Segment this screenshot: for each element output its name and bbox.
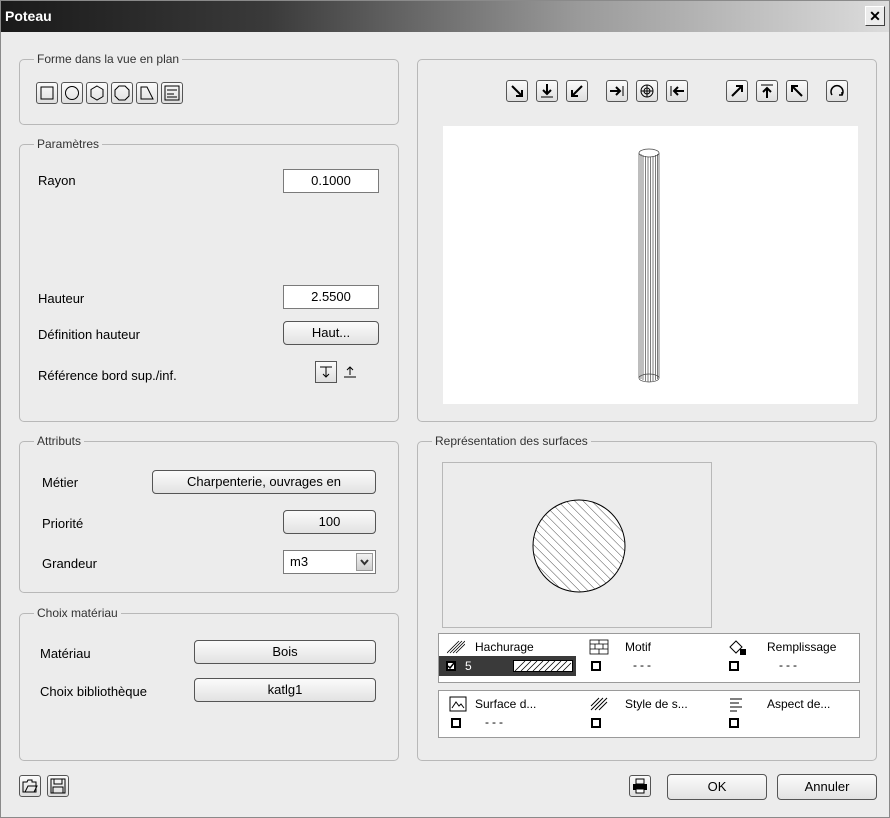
surfaces-legend: Représentation des surfaces	[432, 434, 591, 448]
motif-icon	[589, 639, 609, 655]
remplissage-icon	[729, 640, 746, 655]
remplissage-checkbox[interactable]	[729, 661, 739, 671]
section-preview	[442, 462, 712, 628]
profile-shape-icon[interactable]	[161, 82, 183, 104]
priorite-label: Priorité	[42, 516, 84, 531]
rayon-label: Rayon	[38, 173, 76, 188]
surface-row-2: Surface d... Style de s... Aspect de... …	[438, 690, 860, 738]
polygon-shape-icon[interactable]	[111, 82, 133, 104]
materiau-button[interactable]: Bois	[194, 640, 376, 664]
surfaces-group: Représentation des surfaces Hachurage Mo…	[417, 434, 877, 761]
hachurage-icon	[447, 640, 465, 654]
attributes-legend: Attributs	[34, 434, 85, 448]
window-title: Poteau	[5, 8, 52, 24]
rotate-view-icon[interactable]	[826, 80, 848, 102]
square-shape-icon[interactable]	[36, 82, 58, 104]
surface-value: ---	[485, 715, 506, 729]
bibliotheque-button[interactable]: katlg1	[194, 678, 376, 702]
style-header: Style de s...	[625, 697, 688, 711]
rayon-input[interactable]: 0.1000	[283, 169, 379, 193]
remplissage-value: ---	[779, 658, 800, 672]
circle-shape-icon[interactable]	[61, 82, 83, 104]
hachurage-checkbox[interactable]	[446, 661, 456, 671]
hatched-circle-drawing	[532, 499, 626, 593]
open-favorites-icon[interactable]	[19, 775, 41, 797]
surface-texture-icon	[449, 696, 467, 712]
haut-button[interactable]: Haut...	[283, 321, 379, 345]
material-group: Choix matériau Matériau Bois Choix bibli…	[19, 606, 399, 761]
remplissage-header: Remplissage	[767, 640, 837, 654]
material-legend: Choix matériau	[34, 606, 121, 620]
title-bar[interactable]: Poteau ✕	[1, 1, 889, 32]
view-right-icon[interactable]	[666, 80, 688, 102]
definition-hauteur-label: Définition hauteur	[38, 327, 140, 342]
grandeur-select[interactable]: m3	[283, 550, 376, 574]
shape-legend: Forme dans la vue en plan	[34, 52, 183, 66]
metier-button[interactable]: Charpenterie, ouvrages en	[152, 470, 376, 494]
top-edge-reference-icon[interactable]	[315, 361, 337, 383]
metier-label: Métier	[42, 475, 79, 490]
view-top-icon[interactable]	[636, 80, 658, 102]
bottom-edge-reference-icon[interactable]	[340, 361, 362, 383]
save-favorites-icon[interactable]	[47, 775, 69, 797]
surface-row-1: Hachurage Motif Remplissage 5 --- ---	[438, 633, 860, 683]
parameters-legend: Paramètres	[34, 137, 103, 151]
grandeur-label: Grandeur	[42, 556, 97, 571]
surface-header: Surface d...	[475, 697, 537, 711]
hatch-pattern-swatch	[513, 660, 573, 672]
view-group	[417, 59, 877, 422]
column-3d-preview[interactable]	[443, 126, 858, 404]
cancel-button[interactable]: Annuler	[777, 774, 877, 800]
view-front-right-icon[interactable]	[566, 80, 588, 102]
motif-checkbox[interactable]	[591, 661, 601, 671]
surface-checkbox[interactable]	[451, 718, 461, 728]
trapezoid-shape-icon[interactable]	[136, 82, 158, 104]
bibliotheque-label: Choix bibliothèque	[40, 684, 147, 699]
hexagon-shape-icon[interactable]	[86, 82, 108, 104]
view-back-left-icon[interactable]	[726, 80, 748, 102]
aspect-header: Aspect de...	[767, 697, 831, 711]
shape-group: Forme dans la vue en plan	[19, 52, 399, 125]
attributes-group: Attributs Métier Charpenterie, ouvrages …	[19, 434, 399, 593]
motif-header: Motif	[625, 640, 652, 654]
view-left-icon[interactable]	[606, 80, 628, 102]
priorite-button[interactable]: 100	[283, 510, 376, 534]
ok-button[interactable]: OK	[667, 774, 767, 800]
hauteur-input[interactable]: 2.5500	[283, 285, 379, 309]
chevron-down-icon[interactable]	[356, 553, 373, 571]
close-button[interactable]: ✕	[865, 6, 885, 26]
parameters-group: Paramètres Rayon 0.1000 Hauteur 2.5500 D…	[19, 137, 399, 422]
column-3d-drawing	[638, 148, 660, 383]
hachurage-header: Hachurage	[475, 640, 534, 654]
print-icon[interactable]	[629, 775, 651, 797]
style-surface-icon	[590, 697, 608, 711]
aspect-checkbox[interactable]	[729, 718, 739, 728]
hachurage-number: 5	[465, 659, 472, 673]
hauteur-label: Hauteur	[38, 291, 85, 306]
dialog-window: Poteau ✕ Forme dans la vue en plan Param…	[0, 0, 890, 818]
aspect-icon	[730, 698, 742, 712]
view-front-icon[interactable]	[536, 80, 558, 102]
materiau-label: Matériau	[40, 646, 91, 661]
grandeur-value: m3	[290, 554, 309, 569]
view-back-icon[interactable]	[756, 80, 778, 102]
motif-value: ---	[633, 658, 654, 672]
reference-label: Référence bord sup./inf.	[38, 368, 177, 383]
style-checkbox[interactable]	[591, 718, 601, 728]
view-front-left-icon[interactable]	[506, 80, 528, 102]
view-back-right-icon[interactable]	[786, 80, 808, 102]
